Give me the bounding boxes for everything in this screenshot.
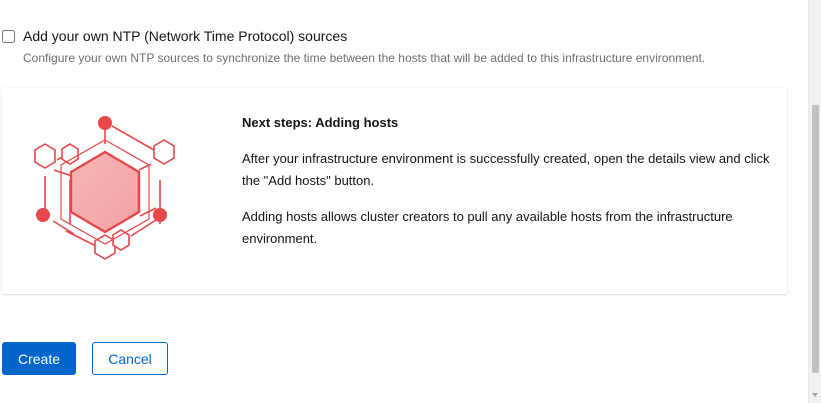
page: Add your own NTP (Network Time Protocol)… bbox=[0, 0, 821, 403]
vertical-scrollbar[interactable] bbox=[808, 0, 821, 403]
cancel-button[interactable]: Cancel bbox=[92, 342, 168, 375]
ntp-option: Add your own NTP (Network Time Protocol)… bbox=[2, 27, 347, 45]
create-button[interactable]: Create bbox=[2, 342, 76, 375]
next-steps-card: Next steps: Adding hosts After your infr… bbox=[2, 88, 787, 294]
scrollbar-thumb[interactable] bbox=[812, 105, 819, 373]
ntp-checkbox-label[interactable]: Add your own NTP (Network Time Protocol)… bbox=[23, 27, 347, 45]
next-steps-title: Next steps: Adding hosts bbox=[242, 115, 399, 130]
next-steps-paragraph-1: After your infrastructure environment is… bbox=[242, 151, 770, 188]
ntp-checkbox[interactable] bbox=[2, 29, 15, 43]
next-steps-content: Next steps: Adding hosts After your infr… bbox=[242, 114, 772, 264]
scroll-down-arrow-icon[interactable] bbox=[812, 393, 818, 397]
ntp-description: Configure your own NTP sources to synchr… bbox=[23, 51, 706, 65]
hosts-network-icon bbox=[34, 116, 175, 260]
next-steps-paragraph-2: Adding hosts allows cluster creators to … bbox=[242, 209, 733, 246]
